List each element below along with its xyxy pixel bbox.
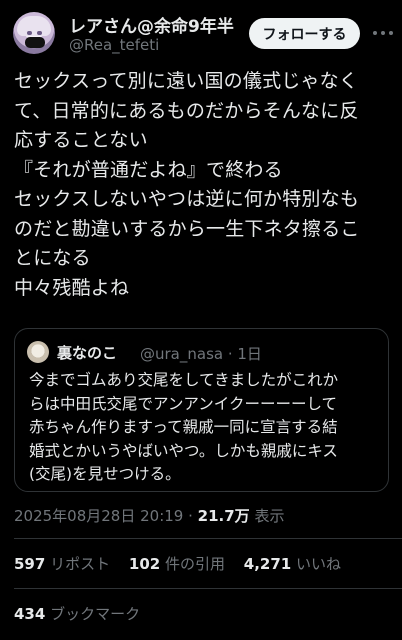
follow-button[interactable]: フォローする — [249, 18, 360, 49]
quote-author-handle: @ura_nasa · 1日 — [140, 345, 262, 363]
quote-line: らは中田氏交尾でアンアンイクーーーーして — [29, 394, 337, 413]
avatar-mask — [25, 37, 45, 48]
quote-line: 今までゴムあり交尾をしてきましたがこれか — [29, 371, 339, 389]
quote-author-name: 裏なのこ — [57, 344, 118, 362]
avatar-eye — [37, 31, 42, 35]
tweet-line: 中々残酷よね — [14, 276, 130, 299]
tweet-line: 応することない — [14, 129, 148, 151]
quote-label: 件の引用 — [164, 555, 225, 573]
divider — [14, 588, 402, 589]
dot — [389, 31, 393, 35]
tweet-line: とになる — [14, 247, 91, 269]
like-stat[interactable]: 4,271 いいね — [244, 555, 341, 573]
bookmark-stat[interactable]: 434 ブックマーク — [14, 603, 140, 624]
tweet-meta: 2025年08月28日 20:19 · 21.7万 表示 — [14, 505, 284, 526]
quote-body: 今までゴムあり交尾をしてきましたがこれか らは中田氏交尾でアンアンイクーーーーし… — [29, 369, 384, 487]
repost-count: 597 — [14, 555, 46, 573]
quote-line: 赤ちゃん作りますって親戚一同に宣言する結 — [29, 418, 338, 436]
dot — [373, 31, 377, 35]
quote-avatar — [27, 341, 49, 363]
tweet-line: て、日常的にあるものだからそんなに反 — [14, 99, 359, 122]
more-options-icon[interactable] — [373, 25, 393, 41]
tweet-line: 『それが普通だよね』で終わる — [14, 158, 283, 181]
quote-stat[interactable]: 102 件の引用 — [129, 555, 225, 573]
view-count: 21.7万 — [197, 507, 250, 525]
repost-stat[interactable]: 597 リポスト — [14, 555, 110, 573]
quote-count: 102 — [128, 555, 161, 573]
avatar-hair — [17, 16, 51, 36]
dot — [381, 31, 385, 35]
quote-line: 婚式とかいうやばいやつ。しかも親戚にキス — [29, 441, 338, 460]
like-count: 4,271 — [243, 555, 292, 573]
bookmark-label: ブックマーク — [50, 605, 141, 623]
repost-label: リポスト — [50, 555, 111, 573]
bookmark-count: 434 — [14, 605, 46, 623]
quoted-tweet-card[interactable]: 裏なのこ @ura_nasa · 1日 今までゴムあり交尾をしてきましたがこれか… — [14, 328, 389, 492]
author-handle[interactable]: @Rea_tefeti — [69, 36, 159, 54]
quote-line: (交尾)を見せつける。 — [29, 465, 181, 483]
tweet-line: セックスしないやつは逆に何か特別なも — [14, 188, 360, 210]
view-label: 表示 — [249, 507, 285, 525]
avatar[interactable] — [13, 12, 55, 54]
like-label: いいね — [296, 555, 342, 573]
tweet-datetime[interactable]: 2025年08月28日 20:19 · — [14, 507, 198, 525]
tweet-body: セックスって別に遠い国の儀式じゃなく て、日常的にあるものだからそんなに反 応す… — [14, 67, 394, 303]
divider — [14, 538, 402, 539]
avatar-eye — [27, 31, 32, 35]
tweet-line: のだと勘違いするから一生下ネタ擦るこ — [14, 217, 360, 240]
engagement-stats: 597 リポスト 102 件の引用 4,271 いいね — [14, 553, 341, 574]
tweet-header: レアさん@余命9年半 @Rea_tefeti フォローする — [0, 0, 402, 62]
author-name[interactable]: レアさん@余命9年半 — [69, 12, 234, 37]
tweet-line: セックスって別に遠い国の儀式じゃなく — [14, 70, 359, 92]
